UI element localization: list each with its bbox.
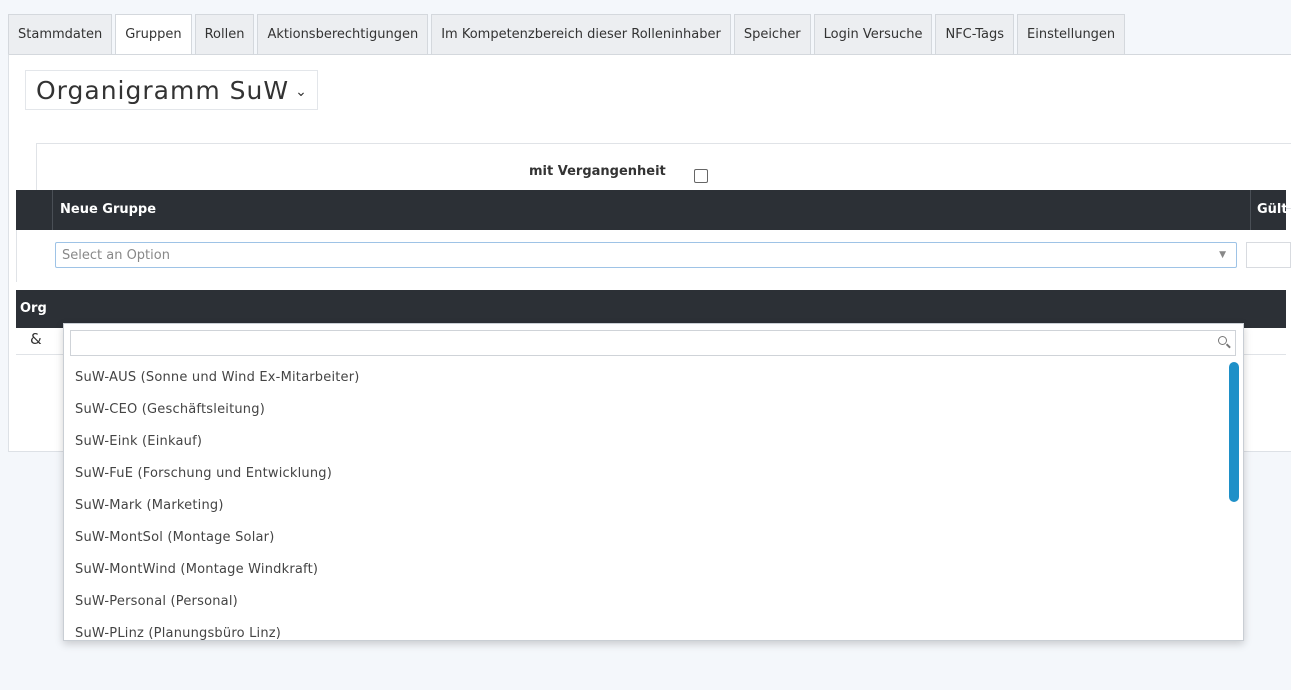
history-filter-label: mit Vergangenheit [529, 164, 666, 179]
tab-login-versuche[interactable]: Login Versuche [813, 14, 933, 54]
group-options-dropdown: SuW-AUS (Sonne und Wind Ex-Mitarbeiter) … [63, 323, 1244, 641]
option-suw-eink[interactable]: SuW-Eink (Einkauf) [64, 426, 1224, 458]
dropdown-arrow-icon: ▼ [1219, 250, 1226, 260]
tab-speicher[interactable]: Speicher [733, 14, 811, 54]
option-suw-fue[interactable]: SuW-FuE (Forschung und Entwicklung) [64, 458, 1224, 490]
group-select-placeholder: Select an Option [62, 248, 170, 263]
tab-rollen[interactable]: Rollen [194, 14, 255, 54]
tab-aktionsberechtigungen[interactable]: Aktionsberechtigungen [257, 14, 429, 54]
header-divider [52, 190, 53, 230]
option-suw-mark[interactable]: SuW-Mark (Marketing) [64, 490, 1224, 522]
dropdown-scrollbar[interactable] [1229, 362, 1239, 634]
option-suw-montsol[interactable]: SuW-MontSol (Montage Solar) [64, 522, 1224, 554]
column-header-org: Org [20, 301, 47, 316]
option-suw-plinz[interactable]: SuW-PLinz (Planungsbüro Linz) [64, 618, 1224, 640]
tab-stammdaten[interactable]: Stammdaten [8, 14, 113, 54]
scrollbar-thumb[interactable] [1229, 362, 1239, 502]
dropdown-search-input[interactable] [70, 330, 1236, 356]
chevron-down-icon: ⌄ [295, 84, 307, 100]
search-icon [1218, 336, 1227, 345]
group-select[interactable]: Select an Option ▼ [55, 242, 1237, 268]
organigramm-selector[interactable]: Organigramm SuW ⌄ [25, 70, 318, 110]
valid-from-input[interactable] [1246, 242, 1291, 268]
groups-table-header: Neue Gruppe Gült [16, 190, 1288, 230]
history-checkbox[interactable] [694, 169, 708, 183]
option-list: SuW-AUS (Sonne und Wind Ex-Mitarbeiter) … [64, 362, 1224, 640]
option-suw-aus[interactable]: SuW-AUS (Sonne und Wind Ex-Mitarbeiter) [64, 362, 1224, 394]
column-header-valid: Gült [1257, 202, 1288, 217]
tab-bar: Stammdaten Gruppen Rollen Aktionsberecht… [8, 14, 1128, 55]
tab-gruppen[interactable]: Gruppen [115, 14, 192, 55]
header-divider [1250, 190, 1251, 230]
option-suw-personal[interactable]: SuW-Personal (Personal) [64, 586, 1224, 618]
group-link-icon[interactable]: & [30, 330, 42, 348]
column-header-new-group: Neue Gruppe [60, 202, 157, 217]
option-suw-ceo[interactable]: SuW-CEO (Geschäftsleitung) [64, 394, 1224, 426]
tab-kompetenzbereich[interactable]: Im Kompetenzbereich dieser Rolleninhaber [431, 14, 731, 54]
organigramm-selector-value: Organigramm SuW [36, 75, 290, 105]
tab-nfc-tags[interactable]: NFC-Tags [935, 14, 1015, 54]
tab-einstellungen[interactable]: Einstellungen [1017, 14, 1126, 54]
option-suw-montwind[interactable]: SuW-MontWind (Montage Windkraft) [64, 554, 1224, 586]
